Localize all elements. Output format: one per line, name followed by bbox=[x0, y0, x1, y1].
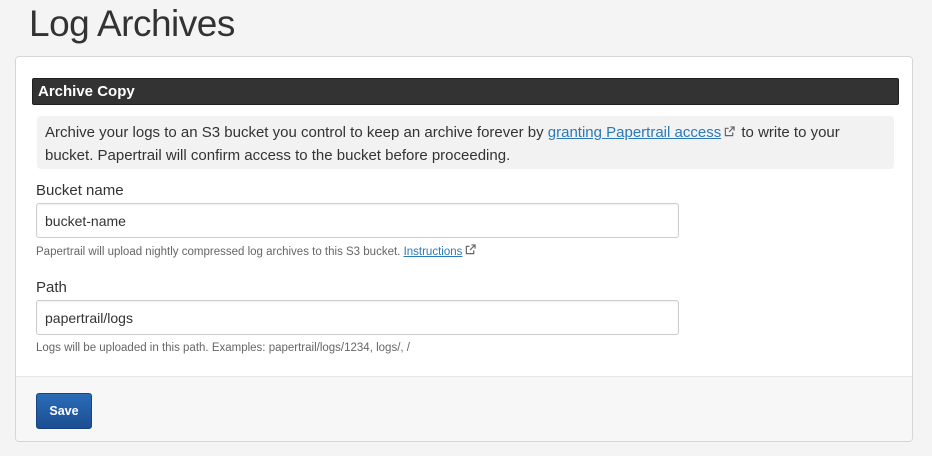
archive-panel: Archive Copy Archive your logs to an S3 … bbox=[15, 56, 913, 442]
section-header: Archive Copy bbox=[32, 78, 899, 105]
info-notice: Archive your logs to an S3 bucket you co… bbox=[37, 116, 894, 169]
instructions-link[interactable]: Instructions bbox=[404, 246, 463, 258]
external-link-icon[interactable] bbox=[724, 126, 735, 137]
notice-text-before: Archive your logs to an S3 bucket you co… bbox=[45, 124, 544, 141]
external-link-icon[interactable] bbox=[465, 244, 477, 255]
bucket-name-input[interactable] bbox=[36, 203, 679, 238]
page-title: Log Archives bbox=[29, 3, 235, 44]
bucket-help-label: Papertrail will upload nightly compresse… bbox=[36, 246, 401, 258]
granting-access-link[interactable]: granting Papertrail access bbox=[548, 124, 721, 141]
path-label: Path bbox=[36, 279, 67, 296]
form-footer: Save bbox=[16, 376, 912, 441]
path-help-text: Logs will be uploaded in this path. Exam… bbox=[36, 342, 410, 354]
save-button[interactable]: Save bbox=[36, 393, 92, 429]
bucket-help-text: Papertrail will upload nightly compresse… bbox=[36, 244, 478, 259]
bucket-name-label: Bucket name bbox=[36, 182, 124, 199]
path-input[interactable] bbox=[36, 300, 679, 335]
